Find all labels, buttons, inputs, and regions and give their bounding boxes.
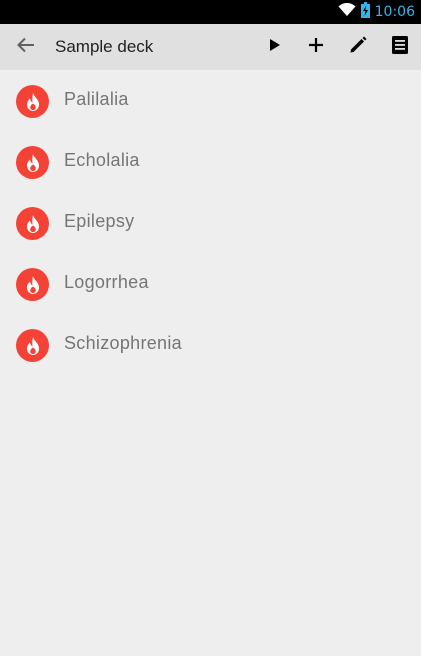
list-item[interactable]: Epilepsy <box>0 192 421 253</box>
flame-icon <box>16 268 49 301</box>
flame-icon <box>16 207 49 240</box>
battery-icon <box>360 1 370 23</box>
plus-icon <box>309 37 323 57</box>
status-icons: 10:06 <box>338 1 415 23</box>
list-item[interactable]: Logorrhea <box>0 253 421 314</box>
card-list: Palilalia Echolalia Epilepsy Logorrhea S… <box>0 70 421 375</box>
list-button[interactable] <box>386 33 414 61</box>
list-icon <box>392 35 408 59</box>
app-bar: Sample deck <box>0 24 421 70</box>
card-label: Logorrhea <box>64 272 149 292</box>
arrow-back-icon <box>17 37 35 58</box>
card-label: Schizophrenia <box>64 333 182 353</box>
add-button[interactable] <box>302 33 330 61</box>
flame-icon <box>16 146 49 179</box>
card-label: Palilalia <box>64 89 129 109</box>
status-time: 10:06 <box>374 4 415 20</box>
list-item[interactable]: Echolalia <box>0 131 421 192</box>
edit-button[interactable] <box>344 33 372 61</box>
back-button[interactable] <box>12 33 40 61</box>
status-bar: 10:06 <box>0 0 421 24</box>
pencil-icon <box>349 36 367 59</box>
card-label: Echolalia <box>64 150 140 170</box>
list-item[interactable]: Schizophrenia <box>0 314 421 375</box>
play-icon <box>269 38 281 57</box>
wifi-icon <box>338 2 356 22</box>
flame-icon <box>16 85 49 118</box>
flame-icon <box>16 329 49 362</box>
card-label: Epilepsy <box>64 211 135 231</box>
play-button[interactable] <box>261 33 289 61</box>
list-item[interactable]: Palilalia <box>0 70 421 131</box>
page-title: Sample deck <box>55 37 154 56</box>
